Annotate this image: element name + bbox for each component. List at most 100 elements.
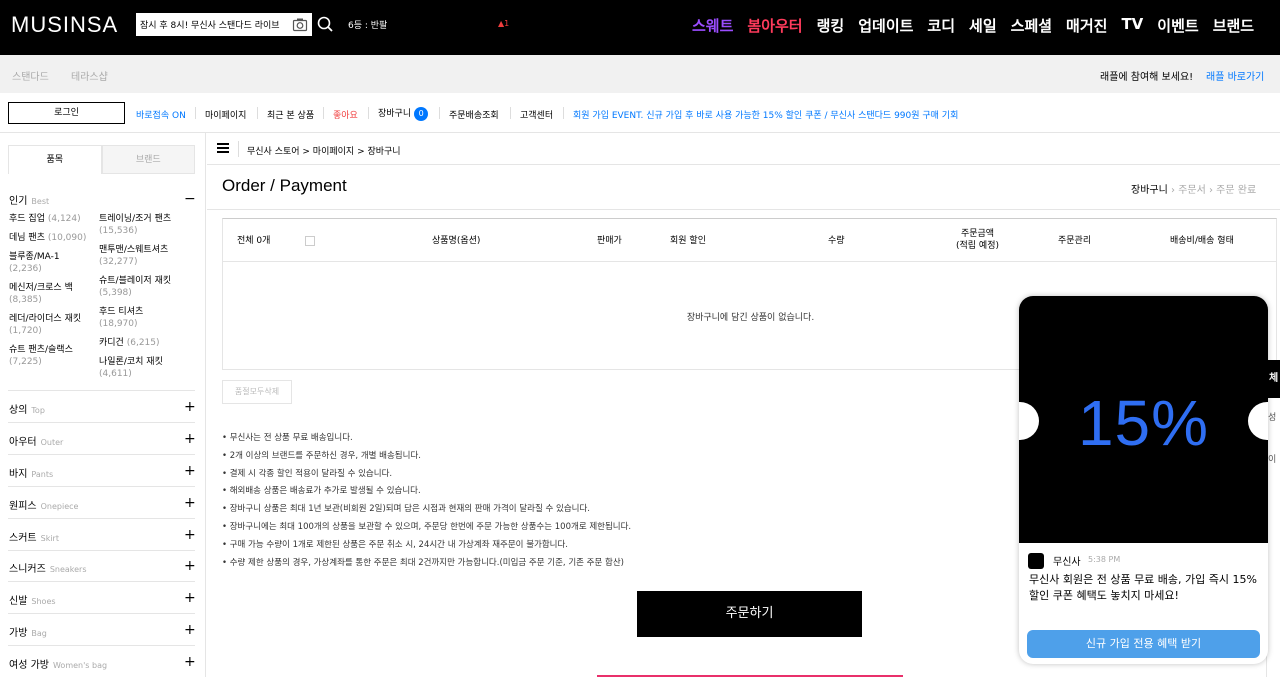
mypage-link[interactable]: 마이페이지 (205, 108, 246, 121)
select-all-checkbox[interactable] (305, 236, 315, 246)
signup-promo-banner[interactable]: 회원 가입 EVENT. 신규 가입 후 바로 사용 가능한 15% 할인 쿠폰… (573, 108, 958, 121)
tab-standard[interactable]: 스탠다드 (12, 68, 49, 83)
sidebar-section-top[interactable]: 상의 Top (9, 401, 45, 416)
nav-brand[interactable]: 브랜드 (1213, 15, 1254, 37)
tab-brand[interactable]: 브랜드 (101, 145, 195, 174)
promo-image[interactable]: 15% (1019, 296, 1268, 543)
nav-special[interactable]: 스페셜 (1011, 15, 1052, 37)
nav-coordi[interactable]: 코디 (927, 15, 955, 37)
divider (257, 107, 258, 119)
utility-bar: 로그인 바로접속 ON 마이페이지 최근 본 상품 좋아요 장바구니 0 주문배송… (0, 93, 1280, 133)
order-button[interactable]: 주문하기 (637, 591, 862, 637)
divider (238, 141, 239, 157)
customer-center-link[interactable]: 고객센터 (520, 108, 553, 121)
category-item[interactable]: 레더/라이더스 재킷 (1,720) (9, 313, 104, 337)
section-label-en: Best (31, 197, 50, 206)
signup-benefit-button[interactable]: 신규 가입 전용 혜택 받기 (1027, 630, 1260, 658)
order-steps: 장바구니 › 주문서 › 주문 완료 (1131, 181, 1256, 196)
category-item[interactable]: 맨투맨/스웨트셔츠 (32,277) (99, 244, 194, 268)
header-product: 상품명(옵션) (432, 236, 481, 246)
expand-icon[interactable]: + (184, 623, 196, 637)
nav-update[interactable]: 업데이트 (858, 15, 913, 37)
store-subbar: 스탠다드 테라스샵 래플에 참여해 보세요! 래플 바로가기 (0, 55, 1280, 93)
breadcrumb[interactable]: 무신사 스토어 > 마이페이지 > 장바구니 (247, 144, 401, 157)
sidebar-section-skirt[interactable]: 스커트 Skirt (9, 529, 59, 544)
like-link[interactable]: 좋아요 (333, 108, 358, 121)
recent-items-link[interactable]: 최근 본 상품 (267, 108, 314, 121)
divider (195, 107, 196, 119)
expand-icon[interactable]: + (184, 400, 196, 414)
category-item[interactable]: 데님 팬츠 (10,090) (9, 232, 104, 244)
musinsa-logo[interactable]: MUSINSA (11, 12, 118, 38)
category-item[interactable]: 블루종/MA-1 (2,236) (9, 251, 104, 275)
expand-icon[interactable]: + (184, 528, 196, 542)
divider (323, 107, 324, 119)
nav-sweat[interactable]: 스웨트 (692, 15, 733, 37)
menu-icon[interactable] (217, 143, 229, 153)
category-item[interactable]: 나일론/코치 재킷 (4,611) (99, 356, 194, 380)
cart-label: 장바구니 (378, 109, 412, 119)
nav-spring-outer[interactable]: 봄아우터 (747, 15, 802, 37)
sidebar-section-shoes[interactable]: 신발 Shoes (9, 592, 56, 607)
nav-ranking[interactable]: 랭킹 (817, 15, 845, 37)
expand-icon[interactable]: + (184, 464, 196, 478)
sidebar-section-outer[interactable]: 아우터 Outer (9, 433, 63, 448)
raffle-link[interactable]: 래플 바로가기 (1206, 68, 1264, 83)
nav-magazine[interactable]: 매거진 (1066, 15, 1107, 37)
delete-soldout-button[interactable]: 품절모두삭제 (222, 380, 292, 404)
nav-tv[interactable]: TV (1121, 15, 1143, 37)
search-box (136, 13, 312, 36)
camera-icon[interactable] (292, 17, 308, 32)
expand-icon[interactable]: + (184, 432, 196, 446)
order-tracking-link[interactable]: 주문배송조회 (449, 108, 499, 121)
ranking-change: ▲1 (498, 19, 510, 28)
header-price: 판매가 (597, 236, 622, 246)
category-item[interactable]: 카디건 (6,215) (99, 337, 194, 349)
tab-terrace-shop[interactable]: 테라스샵 (71, 68, 108, 83)
login-button[interactable]: 로그인 (8, 102, 125, 124)
expand-icon[interactable]: + (184, 591, 196, 605)
step-order-complete: 주문 완료 (1216, 185, 1257, 196)
nav-event[interactable]: 이벤트 (1157, 15, 1198, 37)
header-quantity: 수량 (828, 236, 845, 246)
category-item[interactable]: 슈트/블레이저 재킷 (5,398) (99, 275, 194, 299)
expand-icon[interactable]: + (184, 559, 196, 573)
category-item[interactable]: 후드 티셔츠 (18,970) (99, 306, 194, 330)
sidebar-section-popular[interactable]: 인기 Best (9, 192, 49, 207)
sidebar-section-womens-bag[interactable]: 여성 가방 Women's bag (9, 656, 107, 671)
search-icon[interactable] (314, 13, 337, 36)
category-item[interactable]: 슈트 팬츠/슬랙스 (7,225) (9, 344, 104, 368)
quick-menu-item[interactable]: 성 (1268, 410, 1276, 423)
top-header: MUSINSA 6등 : 반팔 ▲1 스웨트 봄아우터 랭킹 업데이트 코디 세… (0, 0, 1280, 55)
category-item[interactable]: 메신저/크로스 백 (8,385) (9, 282, 104, 306)
quick-menu-top[interactable]: 체 (1267, 360, 1280, 398)
collapse-icon[interactable]: − (184, 192, 196, 206)
sidebar-section-pants[interactable]: 바지 Pants (9, 465, 53, 480)
notice-item: 2개 이상의 브랜드를 주문하신 경우, 개별 배송됩니다. (222, 448, 922, 466)
header-order-amount: 주문금액 (적립 예정) (956, 229, 1000, 251)
nav-sale[interactable]: 세일 (969, 15, 997, 37)
raffle-text: 래플에 참여해 보세요! (1100, 72, 1194, 83)
sidebar-section-onepiece[interactable]: 원피스 Onepiece (9, 497, 78, 512)
header-member-discount: 회원 할인 (670, 236, 706, 246)
search-ranking[interactable]: 6등 : 반팔 (348, 18, 387, 31)
divider (8, 454, 195, 455)
direct-access-toggle[interactable]: 바로접속 ON (136, 108, 186, 121)
category-item[interactable]: 트레이닝/조거 팬츠 (15,536) (99, 213, 194, 237)
tab-category[interactable]: 품목 (8, 145, 102, 174)
divider (8, 645, 195, 646)
divider (368, 107, 369, 119)
expand-icon[interactable]: + (184, 655, 196, 669)
category-item[interactable]: 후드 집업 (4,124) (9, 213, 104, 225)
quick-menu-item[interactable]: 이 (1268, 452, 1276, 465)
breadcrumb-bar: 무신사 스토어 > 마이페이지 > 장바구니 (207, 133, 1280, 165)
notice-item: 수량 제한 상품의 경우, 가상계좌를 통한 주문은 최대 2건까지만 가능합니… (222, 555, 922, 573)
cart-notice-list: 무신사는 전 상품 무료 배송입니다. 2개 이상의 브랜드를 주문하신 경우,… (222, 430, 922, 572)
sidebar-section-bag[interactable]: 가방 Bag (9, 624, 47, 639)
sidebar-section-sneakers[interactable]: 스니커즈 Sneakers (9, 560, 87, 575)
search-input[interactable] (140, 17, 288, 32)
divider (563, 107, 564, 119)
expand-icon[interactable]: + (184, 496, 196, 510)
cart-link[interactable]: 장바구니 0 (378, 106, 429, 121)
divider (439, 107, 440, 119)
